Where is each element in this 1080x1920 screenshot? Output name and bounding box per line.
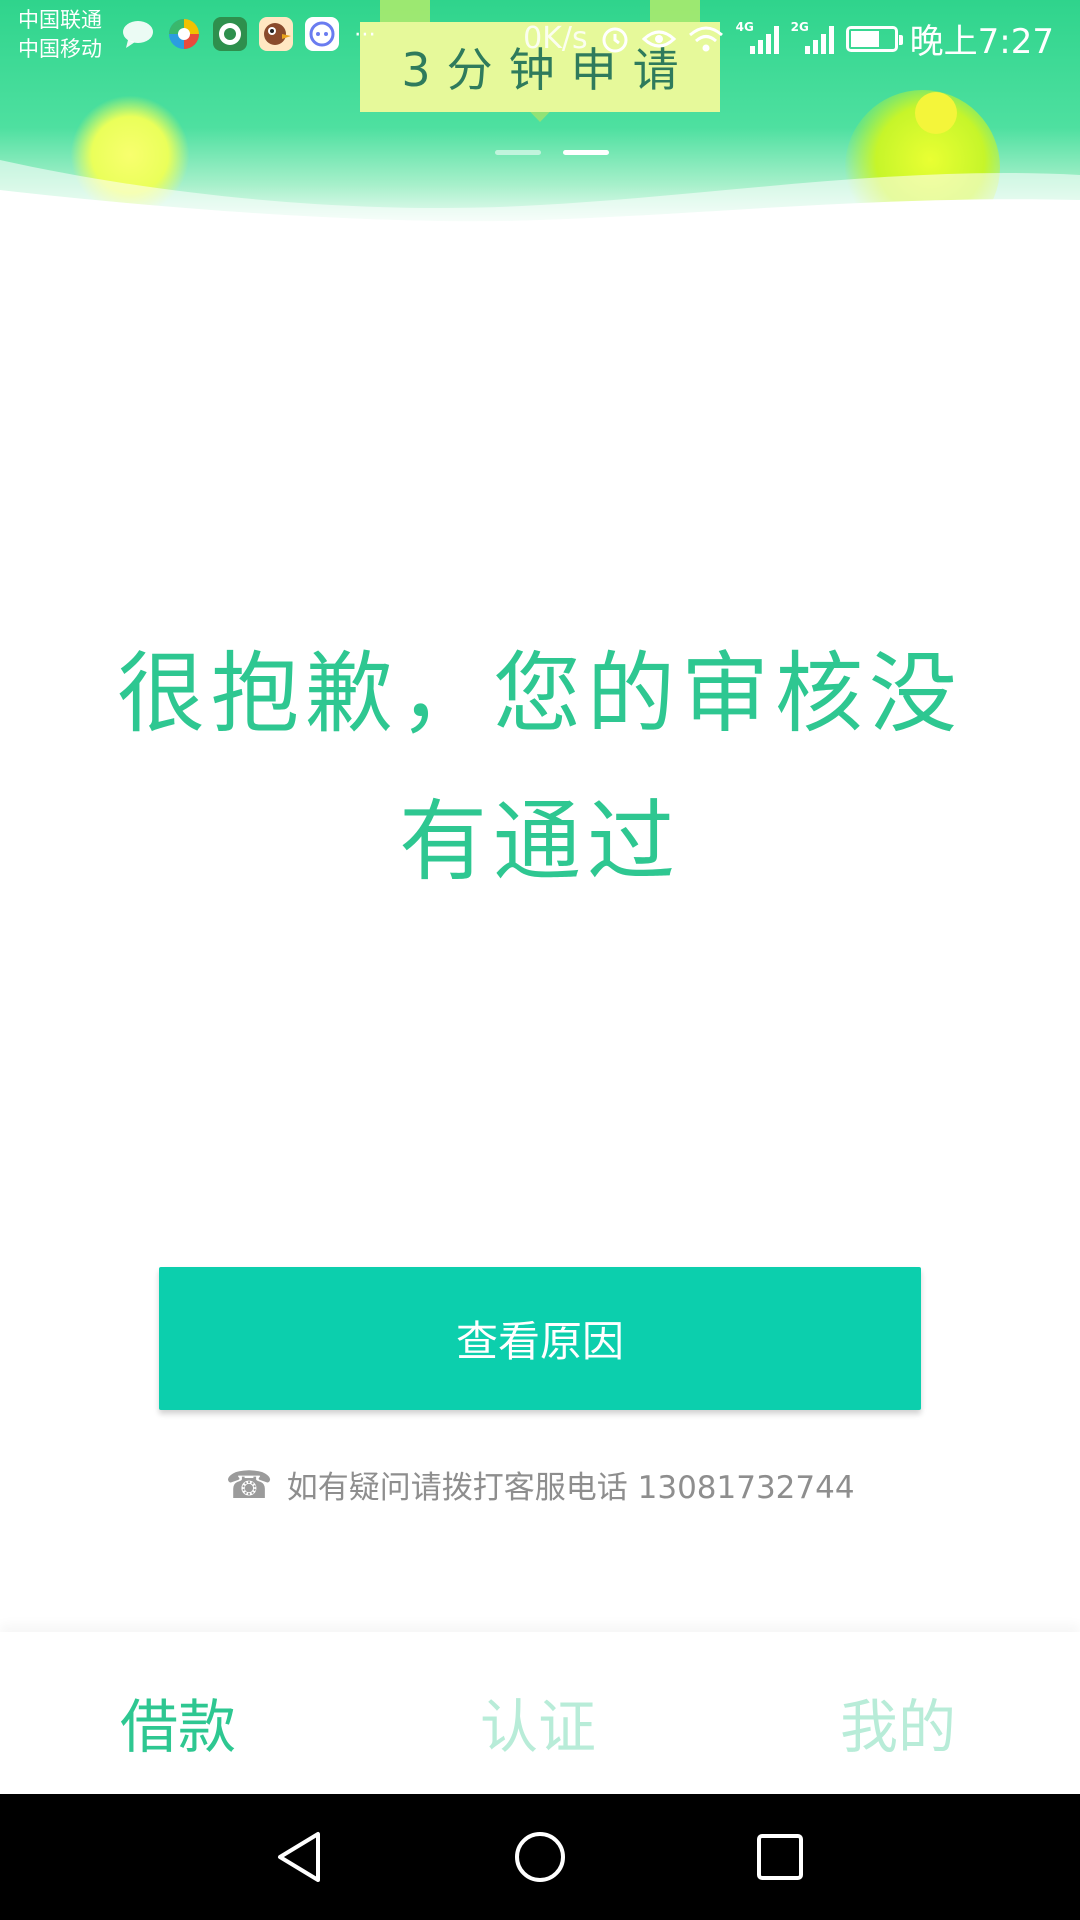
pager-dot	[495, 150, 541, 155]
message-icon	[123, 21, 153, 48]
status-bar: 中国联通 中国移动 ⋯ 0K/s 4G 2G 晚上7:27	[0, 0, 1080, 72]
carrier-2: 中国移动	[18, 37, 102, 61]
tab-verify[interactable]: 认证	[480, 1680, 596, 1764]
review-result-message: 很抱歉，您的审核没 有通过	[110, 620, 970, 916]
system-indicators: 0K/s 4G 2G 晚上7:27	[523, 14, 1054, 63]
eye-icon	[641, 30, 676, 47]
pager-dot-active	[563, 150, 609, 155]
battery-icon	[845, 25, 903, 52]
customer-service-hotline[interactable]: ☎ 如有疑问请拨打客服电话 13081732744	[0, 1462, 1080, 1507]
tab-borrow[interactable]: 借款	[120, 1680, 236, 1764]
message-line-1: 很抱歉，您的审核没	[116, 642, 963, 745]
alarm-icon	[602, 27, 628, 52]
message-line-2: 有通过	[398, 790, 681, 893]
carrier-names: 中国联通 中国移动	[18, 6, 102, 64]
signal-icon-2: 2G	[791, 20, 834, 54]
tab-mine[interactable]: 我的	[840, 1680, 956, 1764]
bird-app-icon	[259, 17, 293, 51]
system-nav-bar	[0, 1794, 1080, 1920]
hotline-text: 如有疑问请拨打客服电话 13081732744	[286, 1470, 855, 1506]
colorful-app-icon	[169, 19, 199, 49]
notification-icons: ⋯	[120, 16, 376, 52]
carrier-1: 中国联通	[18, 8, 102, 32]
clock: 晚上7:27	[909, 22, 1054, 62]
phone-icon: ☎	[225, 1462, 273, 1507]
bottom-tab-bar: 借款 认证 我的	[0, 1632, 1080, 1794]
banner-wave	[0, 160, 1080, 232]
banner-pager	[495, 150, 609, 155]
chat-app-icon	[305, 17, 339, 51]
signal-2-tag: 2G	[790, 19, 809, 34]
signal-1-tag: 4G	[735, 19, 754, 34]
net-speed: 0K/s	[523, 21, 588, 56]
signal-icon-1: 4G	[736, 20, 779, 54]
home-icon[interactable]	[507, 1824, 573, 1890]
camera-app-icon	[213, 17, 247, 51]
view-reason-button[interactable]: 查看原因	[159, 1267, 921, 1410]
recent-apps-icon[interactable]	[747, 1824, 813, 1890]
more-icon: ⋯	[354, 21, 376, 47]
back-icon[interactable]	[266, 1824, 332, 1890]
wifi-icon	[688, 26, 723, 51]
